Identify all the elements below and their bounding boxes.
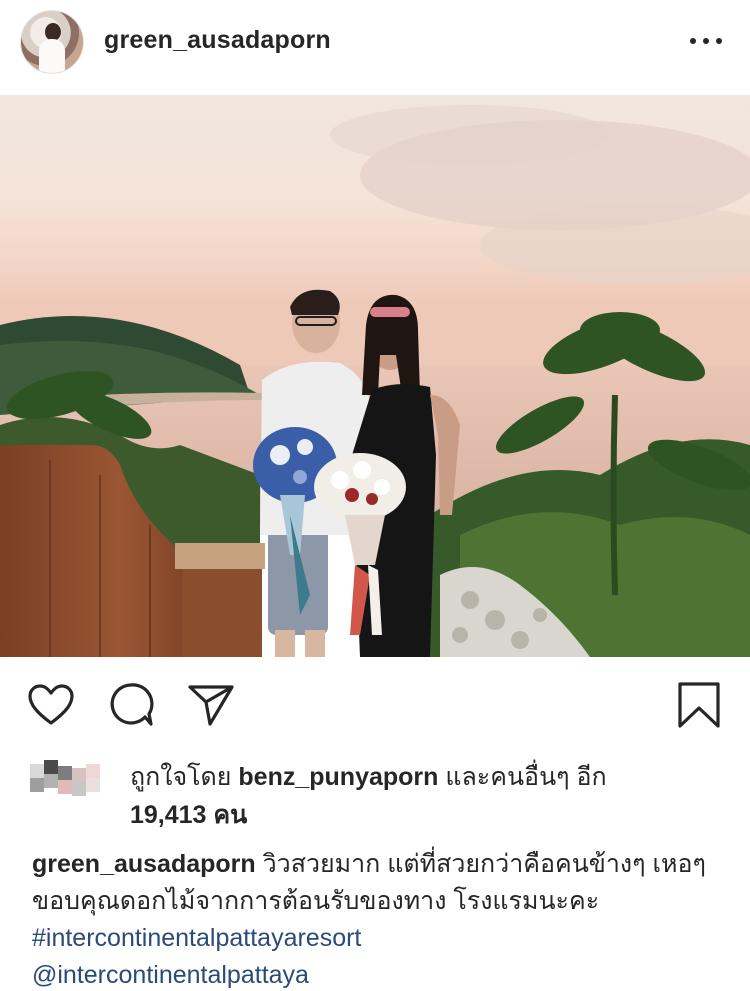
- likes-section: ถูกใจโดย benz_punyaporn และคนอื่นๆ อีก 1…: [0, 752, 750, 832]
- send-icon[interactable]: [186, 680, 236, 730]
- caption-hashtag[interactable]: #intercontinentalpattayaresort: [32, 920, 732, 957]
- likes-suffix: และคนอื่นๆ อีก: [445, 763, 607, 791]
- post-actions: [0, 670, 750, 740]
- post-caption: green_ausadaporn วิวสวยมาก แต่ที่สวยกว่า…: [32, 846, 732, 991]
- post-photo[interactable]: [0, 95, 750, 657]
- post-header: green_ausadaporn: [0, 0, 750, 88]
- liker-avatars[interactable]: [30, 760, 110, 800]
- bookmark-icon[interactable]: [674, 680, 724, 730]
- comment-icon[interactable]: [106, 680, 156, 730]
- more-dots-icon[interactable]: [690, 36, 722, 46]
- likes-prefix: ถูกใจโดย: [130, 763, 232, 791]
- caption-username[interactable]: green_ausadaporn: [32, 850, 256, 878]
- profile-avatar[interactable]: [20, 10, 84, 74]
- heart-icon[interactable]: [26, 680, 76, 730]
- likes-count[interactable]: 19,413 คน: [130, 801, 247, 829]
- caption-mention[interactable]: @intercontinentalpattaya: [32, 957, 732, 991]
- likes-text: ถูกใจโดย benz_punyaporn และคนอื่นๆ อีก 1…: [130, 758, 607, 834]
- liker-username[interactable]: benz_punyaporn: [238, 763, 438, 791]
- post-username[interactable]: green_ausadaporn: [104, 26, 331, 55]
